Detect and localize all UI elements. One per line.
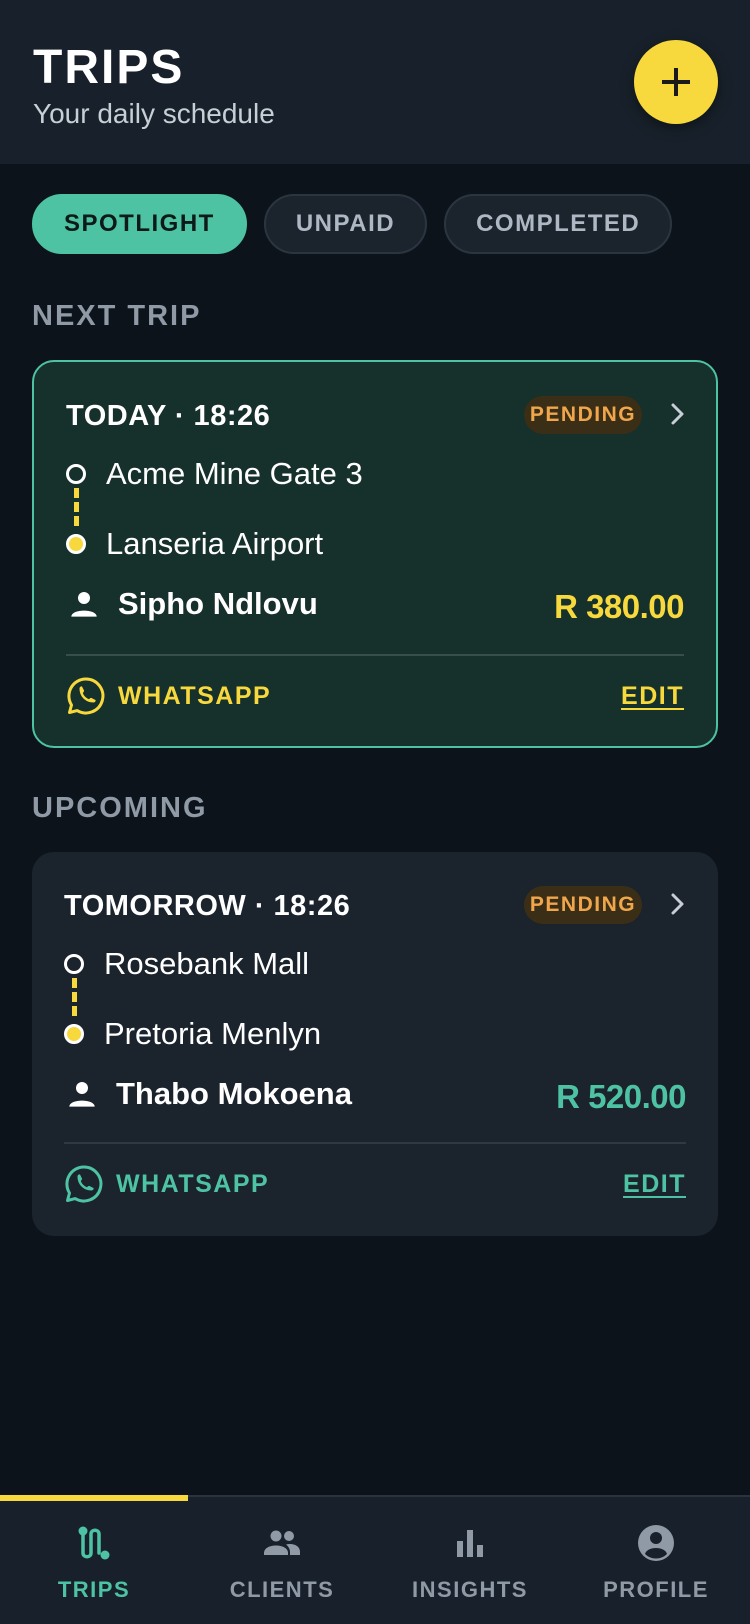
destination-location: Pretoria Menlyn [104,1016,322,1051]
next-trip-card[interactable]: TODAY · 18:26 PENDING Acme Mine Gate 3 L… [32,360,718,748]
route-line [74,488,79,526]
bar-chart-icon [457,1530,483,1557]
nav-item-insights[interactable]: INSIGHTS [376,1497,564,1624]
account-circle-icon [638,1525,674,1561]
nav-label-trips: TRIPS [57,1577,131,1602]
destination-marker-icon [64,1024,84,1044]
edit-button[interactable]: EDIT [623,1170,686,1199]
status-badge: PENDING [524,396,642,434]
client-name: Sipho Ndlovu [118,586,318,621]
trip-time: TODAY · 18:26 [66,400,271,432]
upcoming-trip-card[interactable]: TOMORROW · 18:26 PENDING Rosebank Mall P… [32,852,718,1236]
nav-label-profile: PROFILE [603,1577,709,1602]
origin-location: Rosebank Mall [104,946,310,981]
trip-price: R 520.00 [556,1078,686,1115]
whatsapp-button[interactable]: WHATSAPP [116,1170,269,1199]
origin-marker-icon [64,954,84,974]
route-icon [78,1526,110,1560]
chevron-right-icon[interactable] [666,890,690,918]
origin-marker-icon [66,464,86,484]
card-divider [64,1142,686,1144]
nav-item-trips[interactable]: TRIPS [0,1497,188,1624]
people-icon [264,1530,300,1555]
status-badge: PENDING [524,886,642,924]
page-title: TRIPS [33,41,185,94]
client-name: Thabo Mokoena [116,1076,352,1111]
next-trip-heading: NEXT TRIP [32,300,202,332]
route-line [72,978,77,1016]
trip-time: TOMORROW · 18:26 [64,890,351,922]
person-icon [71,592,97,617]
nav-item-profile[interactable]: PROFILE [562,1497,750,1624]
origin-location: Acme Mine Gate 3 [106,456,363,491]
person-icon [69,1082,95,1107]
plus-icon [662,68,690,96]
whatsapp-button[interactable]: WHATSAPP [118,682,271,711]
page-subtitle: Your daily schedule [33,98,275,129]
filter-chip-unpaid[interactable]: UNPAID [263,194,428,254]
destination-marker-icon [66,534,86,554]
trip-price: R 380.00 [554,588,684,625]
filter-chips: SPOTLIGHT UNPAID COMPLETED [32,194,673,254]
whatsapp-icon[interactable] [64,1164,104,1204]
filter-chip-completed[interactable]: COMPLETED [444,194,673,254]
whatsapp-icon[interactable] [66,676,106,716]
bottom-navigation: TRIPS CLIENTS INSIGHTS PROFILE [0,1495,750,1624]
destination-location: Lanseria Airport [106,526,324,561]
add-trip-button[interactable] [634,40,718,124]
filter-chip-spotlight[interactable]: SPOTLIGHT [32,194,247,254]
card-divider [66,654,684,656]
nav-label-insights: INSIGHTS [412,1577,528,1602]
nav-item-clients[interactable]: CLIENTS [188,1497,376,1624]
app-header: TRIPS Your daily schedule [0,0,750,164]
chevron-right-icon[interactable] [666,400,690,428]
nav-label-clients: CLIENTS [229,1577,335,1602]
upcoming-heading: UPCOMING [32,792,208,824]
edit-button[interactable]: EDIT [621,682,684,711]
